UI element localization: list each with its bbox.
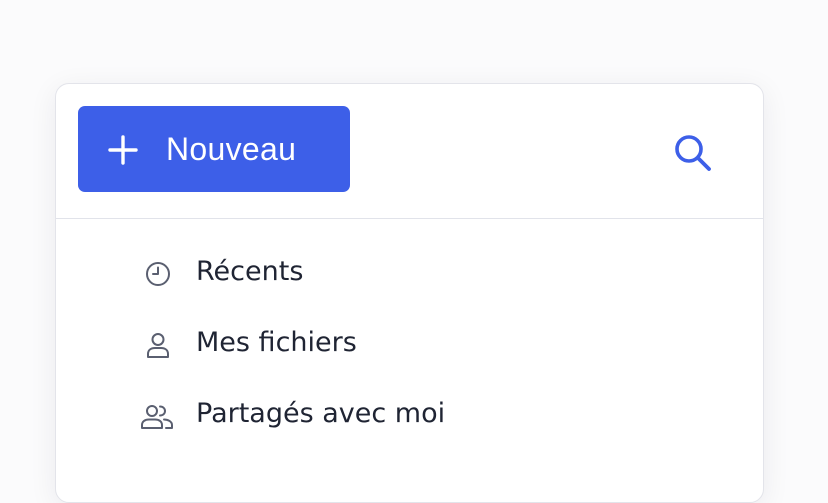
sidebar-item-recents[interactable]: Récents [138, 247, 638, 297]
plus-icon [108, 135, 138, 165]
sidebar-item-shared-with-me[interactable]: Partagés avec moi [138, 389, 638, 439]
new-button-label: Nouveau [166, 131, 297, 167]
sidebar-panel: Nouveau Récents Mes fichiers Partagés av… [55, 83, 764, 503]
users-icon [141, 405, 173, 429]
user-icon [147, 333, 169, 358]
sidebar-item-label: Mes fichiers [196, 327, 357, 358]
search-button[interactable] [668, 128, 720, 180]
sidebar-item-label: Partagés avec moi [196, 398, 446, 429]
sidebar-item-label: Récents [196, 256, 304, 287]
clock-icon [146, 262, 170, 286]
new-button[interactable]: Nouveau [78, 106, 350, 192]
sidebar-item-my-files[interactable]: Mes fichiers [138, 318, 638, 368]
sidebar-header: Nouveau [56, 84, 763, 219]
search-icon [675, 135, 711, 171]
